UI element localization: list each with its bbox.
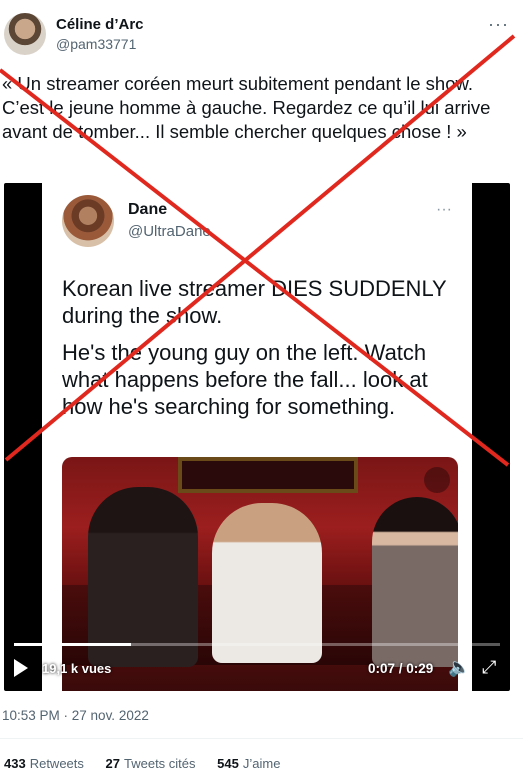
video-controls: 19,1 k vues 0:07 / 0:29 🔈 ⤢ (4, 653, 510, 687)
embedded-tweet-screenshot: Dane @UltraDane ··· Korean live streamer… (42, 183, 472, 691)
video-media[interactable]: Dane @UltraDane ··· Korean live streamer… (4, 183, 510, 691)
embedded-paragraph-1: Korean live streamer DIES SUDDENLY durin… (62, 276, 447, 328)
embedded-tweet-text: Korean live streamer DIES SUDDENLY durin… (62, 275, 462, 430)
embedded-author-name: Dane (128, 201, 168, 218)
stat-likes-count: 545 (217, 756, 239, 771)
stat-retweets[interactable]: 433 Retweets (4, 756, 84, 771)
video-progress-fill (14, 643, 131, 646)
tweet-text: « Un streamer coréen meurt subitement pe… (2, 73, 491, 142)
person-center (212, 503, 322, 663)
video-progress-bar[interactable] (14, 643, 500, 646)
view-count: 19,1 k vues (42, 661, 112, 676)
video-badge-icon (424, 467, 450, 493)
embedded-more-icon: ··· (436, 201, 452, 218)
video-time: 0:07 / 0:29 (368, 661, 434, 676)
wall-mirror (178, 457, 358, 493)
author-handle[interactable]: @pam33771 (56, 36, 136, 52)
stat-retweets-count: 433 (4, 756, 26, 771)
embedded-author-avatar (62, 195, 114, 247)
stat-quote-tweets[interactable]: 27 Tweets cités (106, 756, 196, 771)
tweet-header: Céline d’Arc @pam33771 ··· (0, 0, 523, 70)
author-name[interactable]: Céline d’Arc (56, 16, 144, 33)
stat-retweets-label: Retweets (29, 756, 84, 771)
embedded-paragraph-2: He's the young guy on the left. Watch wh… (62, 340, 428, 419)
play-icon[interactable] (14, 659, 28, 677)
more-options-icon[interactable]: ··· (488, 14, 509, 35)
stat-quote-tweets-label: Tweets cités (124, 756, 196, 771)
divider (0, 738, 523, 739)
person-right (372, 497, 458, 667)
stat-likes-label: J’aime (242, 756, 281, 771)
author-avatar[interactable] (4, 13, 46, 55)
tweet-timestamp[interactable]: 10:53 PM · 27 nov. 2022 (2, 708, 149, 723)
fullscreen-icon[interactable]: ⤢ (482, 657, 496, 678)
tweet-stats: 433 Retweets 27 Tweets cités 545 J’aime (4, 756, 298, 771)
stat-quote-tweets-count: 27 (105, 756, 120, 771)
volume-icon[interactable]: 🔈 (448, 657, 470, 678)
embedded-author-handle: @UltraDane (128, 223, 211, 240)
person-left (88, 487, 198, 667)
stat-likes[interactable]: 545 J’aime (217, 756, 280, 771)
